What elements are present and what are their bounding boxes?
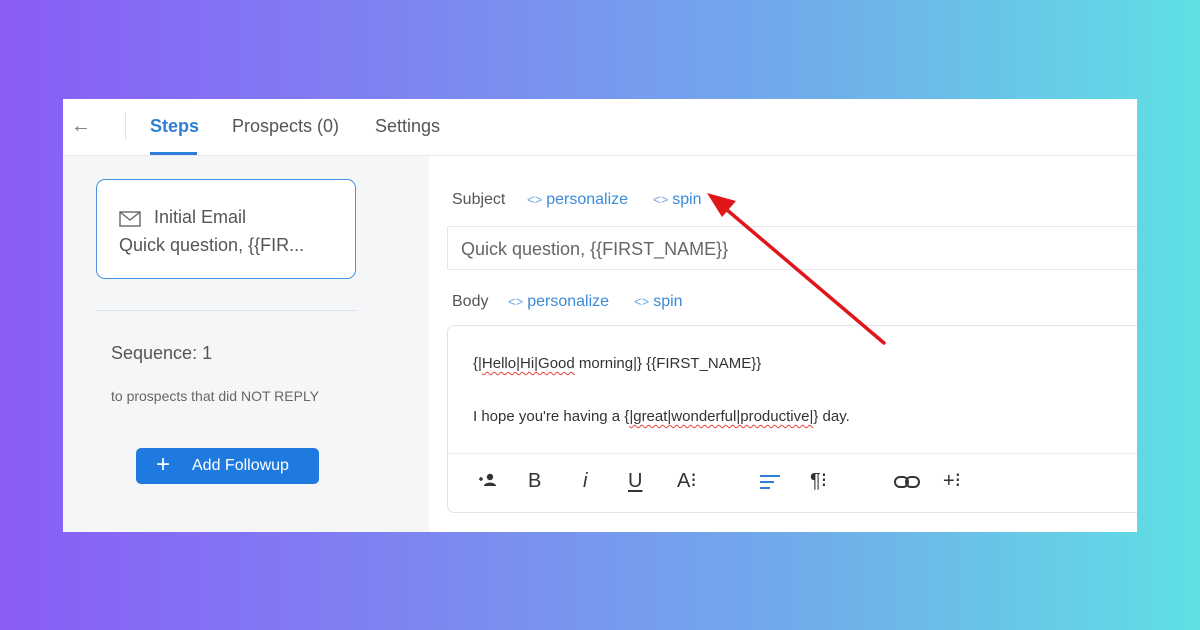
toolbar-divider (448, 453, 1137, 454)
tab-steps[interactable]: Steps (150, 115, 199, 137)
add-followup-button[interactable]: + Add Followup (136, 448, 319, 484)
sidebar-divider (96, 310, 358, 311)
greeting-spin-options: Hello|Hi|Good (481, 355, 575, 372)
step-card-initial-email[interactable]: Initial Email Quick question, {{FIR... (96, 179, 356, 279)
greeting-prefix: {| (473, 355, 482, 372)
more-options-button[interactable]: +⁝ (943, 469, 961, 493)
sequence-description: to prospects that did NOT REPLY (111, 388, 320, 404)
body-spin-label: spin (653, 293, 683, 310)
app-window: ← Steps Prospects (0) Settings Initial E… (63, 99, 1137, 532)
tab-settings[interactable]: Settings (375, 115, 440, 137)
tab-prospects[interactable]: Prospects (0) (232, 115, 339, 137)
subject-spin-link[interactable]: <> spin (653, 191, 702, 209)
personalize-user-icon[interactable] (478, 471, 498, 495)
sequence-title: Sequence: 1 (111, 343, 213, 363)
plus-icon: + (156, 451, 171, 478)
body-personalize-link[interactable]: <> personalize (508, 293, 609, 311)
subject-label: Subject (452, 191, 506, 208)
add-followup-label: Add Followup (192, 457, 289, 474)
greeting-suffix: morning|} {{FIRST_NAME}} (574, 355, 762, 372)
nav-divider (125, 112, 126, 140)
body-personalize-label: personalize (527, 293, 610, 310)
code-icon: <> (527, 192, 543, 207)
subject-spin-label: spin (672, 191, 702, 208)
subject-value: Quick question, {{FIRST_NAME}} (461, 239, 729, 259)
wish-suffix: } day. (813, 408, 850, 425)
back-arrow-icon[interactable]: ← (71, 115, 91, 137)
wish-spin-options: |great|wonderful|productive| (629, 408, 814, 425)
step-title: Initial Email (154, 207, 247, 227)
underline-button[interactable]: U (628, 469, 642, 493)
font-size-button[interactable]: A⁝ (677, 469, 697, 493)
body-line-greeting: {|Hello|Hi|Good morning|} {{FIRST_NAME}} (473, 355, 761, 372)
paragraph-button[interactable]: ¶⁝ (810, 469, 827, 493)
bold-button[interactable]: B (528, 469, 541, 493)
body-line-wish: I hope you're having a {|great|wonderful… (473, 408, 850, 425)
mail-icon (119, 211, 141, 232)
wish-prefix: I hope you're having a { (473, 408, 630, 425)
subject-input[interactable]: Quick question, {{FIRST_NAME}} (447, 226, 1137, 270)
link-icon[interactable] (894, 472, 920, 496)
subject-personalize-label: personalize (546, 191, 629, 208)
subject-personalize-link[interactable]: <> personalize (527, 191, 628, 209)
italic-button[interactable]: i (583, 469, 587, 493)
body-label: Body (452, 293, 489, 310)
code-icon: <> (653, 192, 669, 207)
active-tab-indicator (150, 152, 197, 155)
email-editor: Subject <> personalize <> spin Quick quest… (430, 156, 1137, 532)
align-left-icon[interactable] (760, 473, 782, 497)
body-spin-link[interactable]: <> spin (634, 293, 683, 311)
step-subject-preview: Quick question, {{FIR... (119, 235, 305, 255)
top-nav-bar: ← Steps Prospects (0) Settings (63, 99, 1137, 156)
sequence-sidebar: Initial Email Quick question, {{FIR... S… (63, 156, 429, 532)
code-icon: <> (634, 294, 650, 309)
body-editor[interactable]: {|Hello|Hi|Good morning|} {{FIRST_NAME}}… (447, 325, 1137, 513)
code-icon: <> (508, 294, 524, 309)
